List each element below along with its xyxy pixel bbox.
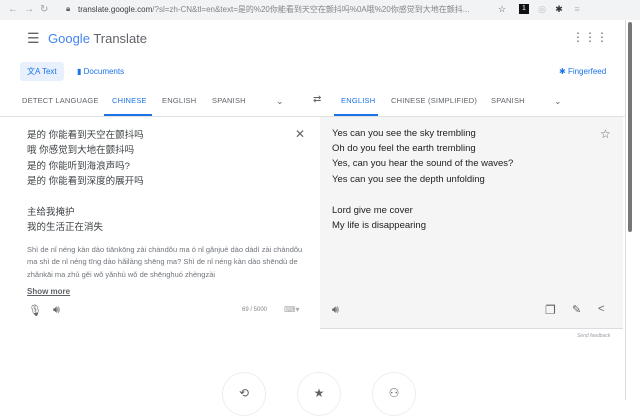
source-line[interactable]: 是的 你能听到海浪声吗? [27,158,130,172]
mode-text-label: Text [41,67,57,76]
forward-icon[interactable]: → [24,4,34,15]
people-icon: ⚇ [388,386,400,400]
microphone-icon[interactable]: 🎙︎ [28,304,42,317]
speaker-icon[interactable]: 🔊︎ [53,304,60,317]
translate-icon: 文A [27,67,40,76]
url-host: translate.google.com [78,5,153,14]
source-lang-more-chevron-icon[interactable]: ⌄ [276,96,284,107]
history-button[interactable]: ⟲ [222,372,266,416]
save-star-icon[interactable]: ☆ [600,127,611,141]
target-lang-english[interactable]: ENGLISH [341,96,375,105]
source-line[interactable]: 哦 你感觉到大地在颤抖吗 [27,142,134,156]
clear-text-icon[interactable]: ✕ [295,127,305,141]
translation-line: My life is disappearing [332,220,426,231]
scrollbar-thumb[interactable] [628,22,632,232]
fingerfeed-label: Fingerfeed [567,67,607,76]
apps-grid-icon[interactable]: ⋮⋮⋮ [572,30,608,44]
lock-icon: 🔒︎ [66,4,71,13]
bookmark-star-icon[interactable]: ☆ [497,4,507,14]
edit-pencil-icon[interactable]: ✎ [572,303,581,316]
browser-toolbar: ← → ↻ 🔒︎ translate.google.com/?sl=zh-CN&… [0,0,640,20]
target-lang-more-chevron-icon[interactable]: ⌄ [554,96,562,107]
puzzle-icon: ✱ [559,67,566,76]
google-logo: Google [48,31,90,46]
fingerfeed-button[interactable]: ✱ Fingerfeed [552,62,613,81]
hamburger-menu-icon[interactable]: ☰ [27,30,40,47]
copy-icon[interactable]: ❐ [545,303,556,317]
translation-line: Lord give me cover [332,205,413,216]
show-more-link[interactable]: Show more [27,287,70,296]
send-feedback-link[interactable]: Send feedback [577,333,610,339]
source-lang-chinese[interactable]: CHINESE [112,96,147,105]
extension-badge[interactable]: 1 [519,4,529,14]
google-translate-logo[interactable]: Google Translate [48,31,147,46]
app-header: ☰ Google Translate ⋮⋮⋮ [0,20,625,56]
extension-icon[interactable]: ◎ [537,4,547,14]
back-icon[interactable]: ← [8,4,18,15]
translation-line: Yes, can you hear the sound of the waves… [332,158,514,169]
menu-list-icon[interactable]: ≡ [572,4,582,14]
source-lang-detect[interactable]: DETECT LANGUAGE [22,96,99,105]
star-icon: ★ [313,386,325,400]
translation-line: Yes can you see the depth unfolding [332,174,485,185]
source-line[interactable]: 是的 你能看到深度的展开吗 [27,173,144,187]
app-title: Translate [93,31,148,46]
source-line[interactable]: 我的生活正在消失 [27,219,103,233]
mode-text-button[interactable]: 文A Text [20,62,64,81]
translation-line: Yes can you see the sky trembling [332,128,476,139]
mode-documents-button[interactable]: ▮ Documents [70,62,131,81]
pinyin-transliteration: Shì de nǐ néng kàn dào tiānkōng zài chàn… [27,245,303,279]
character-count: 69 / 5000 [242,307,268,313]
source-line[interactable]: 是的 你能看到天空在颤抖吗 [27,127,144,141]
address-bar[interactable]: translate.google.com/?sl=zh-CN&tl=en&tex… [78,4,488,15]
swap-languages-icon[interactable]: ⇄ [313,94,322,105]
translation-line: Oh do you feel the earth trembling [332,143,476,154]
url-path: /?sl=zh-CN&tl=en&text=是的%20你能看到天空在颤抖吗%0A… [152,5,470,14]
target-lang-spanish[interactable]: SPANISH [491,96,525,105]
source-lang-spanish[interactable]: SPANISH [212,96,246,105]
document-icon: ▮ [77,67,82,76]
community-button[interactable]: ⚇ [372,372,416,416]
reload-icon[interactable]: ↻ [40,4,48,15]
target-lang-chinese-simplified[interactable]: CHINESE (SIMPLIFIED) [391,96,477,105]
saved-button[interactable]: ★ [297,372,341,416]
input-tools-icon[interactable]: ⌨▾ [284,305,300,314]
puzzle-icon[interactable]: ✱ [554,4,564,14]
mode-documents-label: Documents [83,67,125,76]
speaker-icon[interactable]: 🔊︎ [332,304,339,317]
share-icon[interactable]: < [598,303,604,315]
source-line[interactable]: 主给我掩护 [27,204,75,218]
source-lang-english[interactable]: ENGLISH [162,96,196,105]
history-icon: ⟲ [238,386,250,400]
